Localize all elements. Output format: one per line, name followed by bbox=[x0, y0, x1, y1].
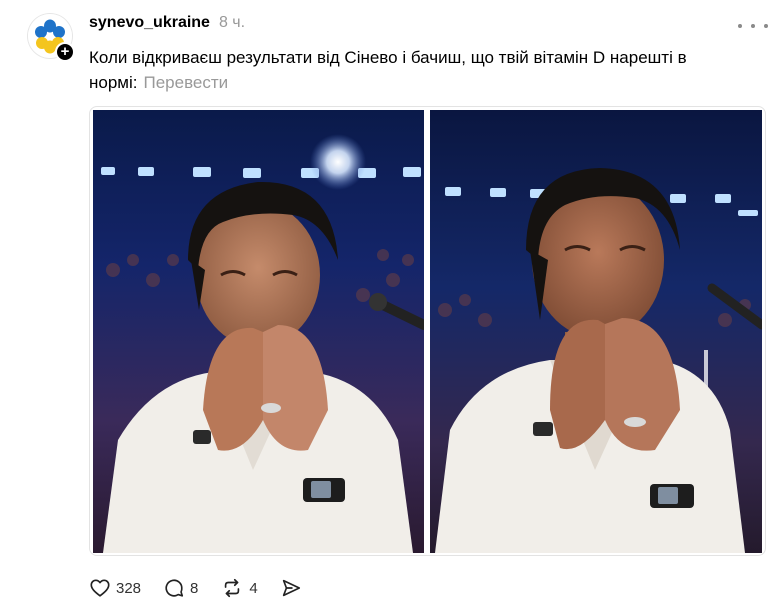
share-button[interactable] bbox=[280, 577, 302, 599]
send-icon bbox=[282, 579, 300, 597]
photo-illustration bbox=[430, 110, 762, 553]
repost-arrows-icon bbox=[225, 578, 240, 598]
more-dots-icon bbox=[764, 24, 768, 28]
post-header: synevo_ukraine 8 ч. bbox=[89, 14, 245, 36]
post-image-1[interactable] bbox=[93, 110, 424, 553]
repost-count: 4 bbox=[249, 579, 258, 597]
more-dots-icon bbox=[751, 24, 755, 28]
repost-button[interactable]: 4 bbox=[220, 577, 258, 599]
post-caption: Коли відкриваєш результати від Сінево і … bbox=[89, 45, 759, 95]
post-image-2[interactable] bbox=[430, 110, 762, 553]
plus-icon: + bbox=[60, 43, 70, 60]
photo-illustration bbox=[93, 110, 424, 553]
like-count: 328 bbox=[116, 579, 142, 597]
more-dots-icon bbox=[738, 24, 742, 28]
more-options-button[interactable] bbox=[738, 18, 768, 34]
username-link[interactable]: synevo_ukraine bbox=[89, 14, 210, 32]
comment-bubble-icon bbox=[165, 579, 184, 597]
thread-post: + synevo_ukraine 8 ч. Коли відкриваєш ре… bbox=[0, 0, 781, 616]
like-button[interactable]: 328 bbox=[89, 577, 141, 599]
post-timestamp[interactable]: 8 ч. bbox=[219, 14, 245, 32]
avatar[interactable]: + bbox=[28, 14, 75, 62]
comment-count: 8 bbox=[190, 579, 199, 597]
follow-plus-button[interactable]: + bbox=[55, 42, 75, 62]
media-grid bbox=[89, 106, 766, 556]
post-actions: 328 8 4 bbox=[89, 575, 324, 601]
comment-button[interactable]: 8 bbox=[163, 577, 198, 599]
translate-link[interactable]: Перевести bbox=[144, 73, 229, 92]
heart-icon bbox=[90, 579, 110, 597]
